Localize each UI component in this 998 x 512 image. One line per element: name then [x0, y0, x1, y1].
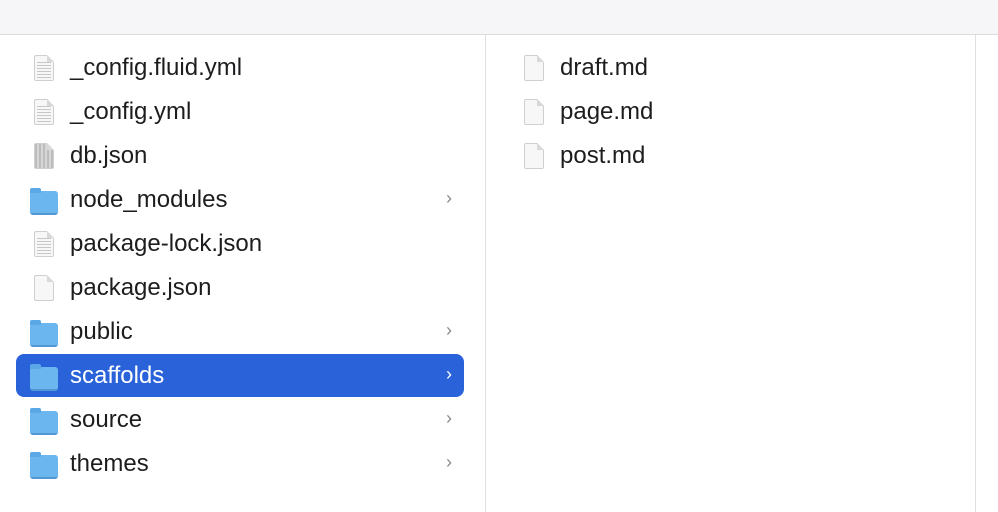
item-name: package.json: [70, 273, 212, 301]
folder-item[interactable]: public ›: [16, 310, 464, 353]
json-file-icon: [29, 142, 57, 170]
document-icon-shape: [524, 54, 544, 81]
file-item[interactable]: _config.fluid.yml: [16, 46, 464, 89]
item-name: db.json: [70, 141, 148, 169]
folder-icon: [29, 450, 58, 479]
folder-icon-shape: [30, 319, 58, 347]
chevron-right-icon: ›: [446, 408, 452, 428]
json-file-icon-shape: [34, 142, 54, 169]
file-item[interactable]: _config.yml: [16, 90, 464, 133]
file-item[interactable]: package.json: [16, 266, 464, 309]
column-2[interactable]: draft.md page.md post.md: [486, 35, 976, 512]
item-name: page.md: [560, 97, 654, 125]
chevron-right-icon: ›: [446, 364, 452, 384]
folder-item[interactable]: source ›: [16, 398, 464, 441]
item-name: draft.md: [560, 53, 649, 81]
yaml-file-icon-shape: [34, 54, 54, 81]
chevron-right-icon: ›: [446, 188, 452, 208]
file-item[interactable]: db.json: [16, 134, 464, 177]
item-name: themes: [70, 449, 149, 477]
folder-icon-shape: [30, 363, 58, 391]
item-name: _config.fluid.yml: [70, 53, 243, 81]
file-item[interactable]: page.md: [506, 90, 946, 133]
yaml-file-icon: [29, 98, 57, 126]
folder-icon: [29, 186, 58, 215]
yaml-file-icon: [29, 54, 57, 82]
yaml-file-icon-shape: [34, 98, 54, 125]
item-name: public: [70, 317, 133, 345]
json-file-icon: [29, 230, 57, 258]
file-item[interactable]: package-lock.json: [16, 222, 464, 265]
file-item[interactable]: post.md: [506, 134, 946, 177]
document-icon-shape: [524, 98, 544, 125]
document-icon: [519, 142, 547, 170]
file-item[interactable]: draft.md: [506, 46, 946, 89]
chevron-right-icon: ›: [446, 452, 452, 472]
chevron-right-icon: ›: [446, 320, 452, 340]
json-file-icon-shape: [34, 230, 54, 257]
folder-icon-shape: [30, 451, 58, 479]
folder-icon-shape: [30, 187, 58, 215]
item-name: source: [70, 405, 143, 433]
folder-icon: [29, 362, 58, 391]
document-icon: [519, 98, 547, 126]
toolbar: [0, 0, 998, 35]
item-name: post.md: [560, 141, 646, 169]
folder-item[interactable]: themes ›: [16, 442, 464, 485]
folder-item[interactable]: node_modules ›: [16, 178, 464, 221]
item-name: node_modules: [70, 185, 228, 213]
folder-icon: [29, 318, 58, 347]
item-name: package-lock.json: [70, 229, 263, 257]
document-icon: [519, 54, 547, 82]
folder-icon: [29, 406, 58, 435]
item-name: scaffolds: [70, 361, 165, 389]
document-icon-shape: [524, 142, 544, 169]
column-1[interactable]: _config.fluid.yml _config.yml db.json node_…: [0, 35, 486, 512]
document-icon: [29, 274, 57, 302]
folder-icon-shape: [30, 407, 58, 435]
document-icon-shape: [34, 274, 54, 301]
folder-item[interactable]: scaffolds ›: [16, 354, 464, 397]
item-name: _config.yml: [70, 97, 192, 125]
